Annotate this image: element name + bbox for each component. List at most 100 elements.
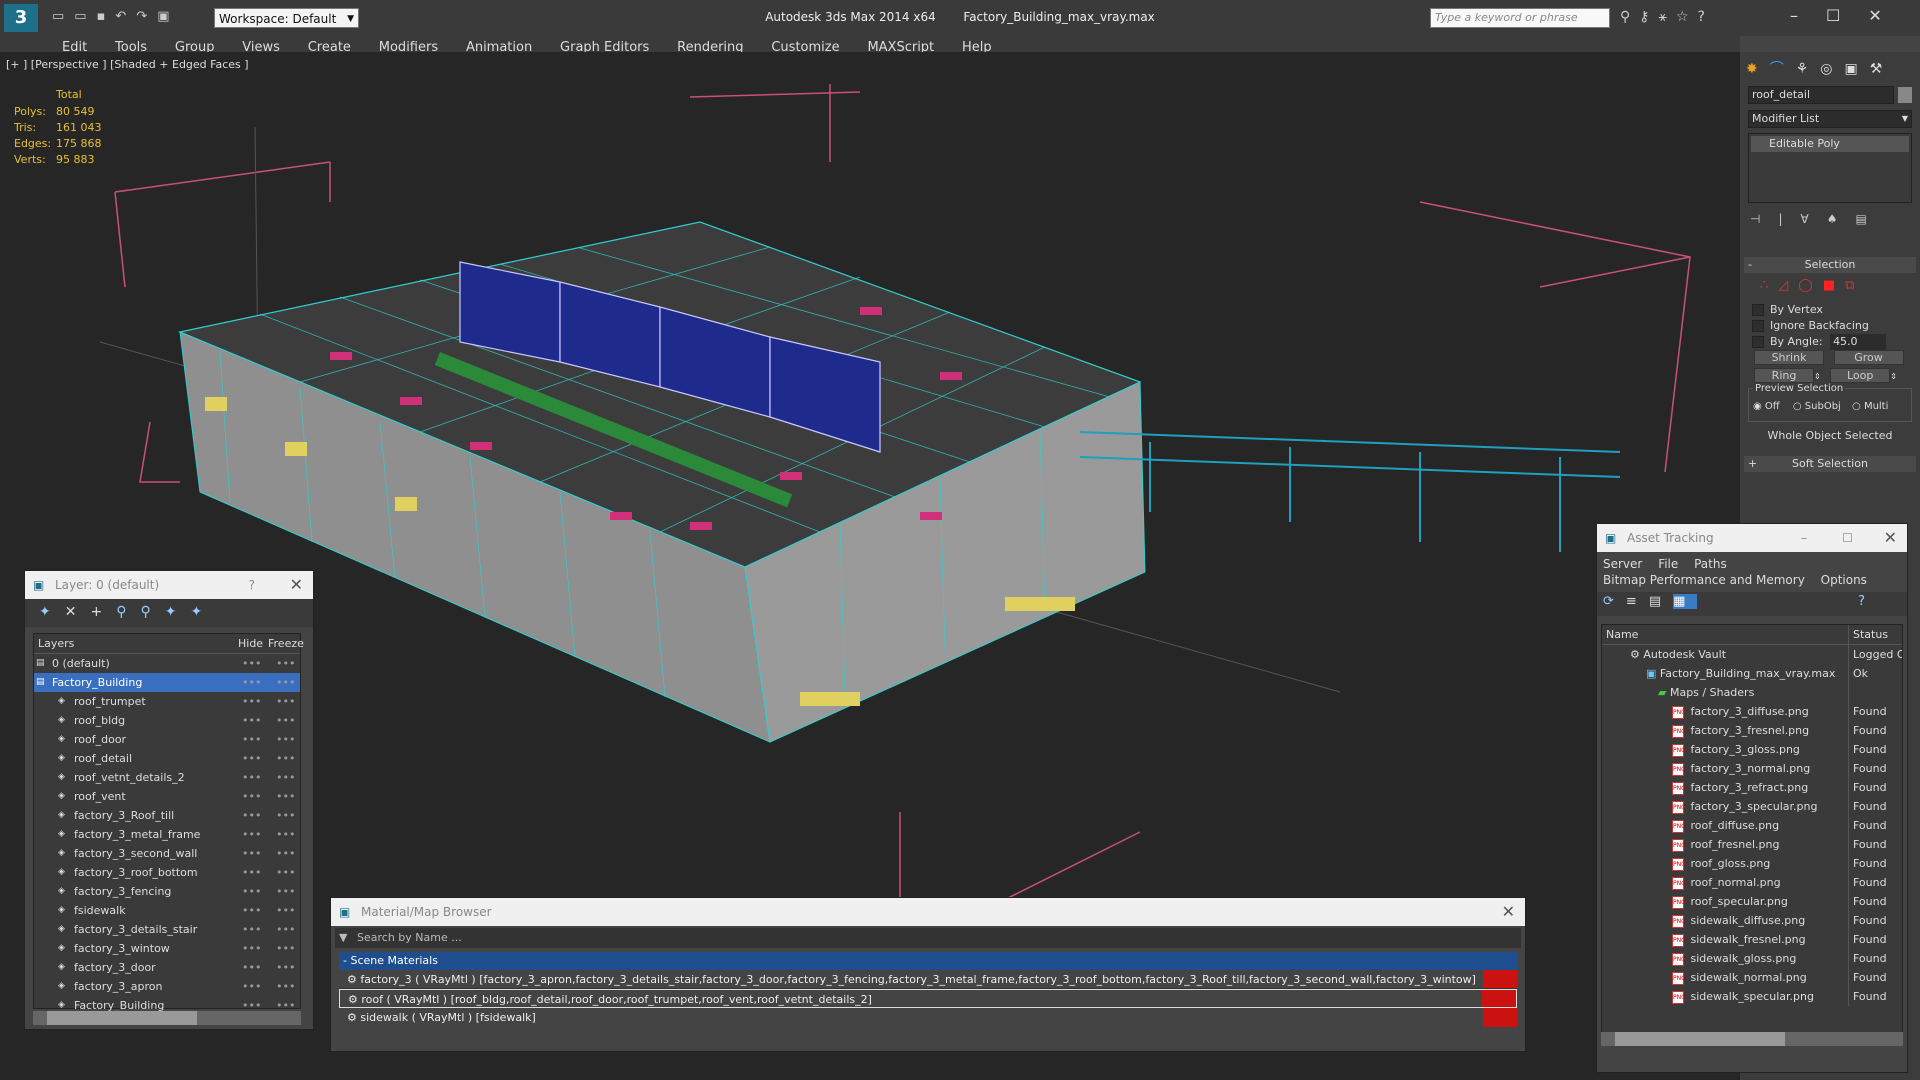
object-color-swatch[interactable]: [1898, 87, 1912, 103]
angle-spinner[interactable]: 45.0: [1830, 334, 1887, 350]
asset-row[interactable]: PNG sidewalk_fresnel.png Found: [1602, 930, 1902, 949]
asset-row[interactable]: PNG roof_fresnel.png Found: [1602, 835, 1902, 854]
scene-materials-header[interactable]: - Scene Materials: [339, 952, 1517, 970]
refresh-icon[interactable]: ⟳: [1603, 594, 1626, 609]
object-name-field[interactable]: roof_detail: [1748, 86, 1894, 104]
material-item[interactable]: ⚙ roof ( VRayMtl ) [roof_bldg,roof_detai…: [339, 989, 1517, 1008]
list-view-icon[interactable]: ≡: [1626, 594, 1649, 609]
modifier-list-dropdown[interactable]: Modifier List ▼: [1748, 110, 1912, 128]
freeze-toggle[interactable]: •••: [276, 825, 295, 844]
hide-toggle[interactable]: •••: [242, 920, 261, 939]
search-options-icon[interactable]: ▼: [339, 928, 347, 948]
asset-row[interactable]: PNG sidewalk_specular.png Found: [1602, 987, 1902, 1006]
hide-toggle[interactable]: •••: [242, 901, 261, 920]
asset-row[interactable]: PNG sidewalk_gloss.png Found: [1602, 949, 1902, 968]
hide-toggle[interactable]: •••: [242, 977, 261, 996]
freeze-toggle[interactable]: •••: [276, 882, 295, 901]
close-icon[interactable]: ✕: [1884, 524, 1897, 552]
menu-file[interactable]: File: [1658, 557, 1678, 571]
layer-row-object[interactable]: ◈ factory_3_details_stair ••• •••: [34, 920, 300, 939]
col-freeze[interactable]: Freeze: [268, 634, 304, 654]
asset-row[interactable]: ▣ Factory_Building_max_vray.max Ok: [1602, 664, 1902, 683]
asset-row[interactable]: ⚙ Autodesk Vault Logged O: [1602, 645, 1902, 664]
freeze-toggle[interactable]: •••: [276, 958, 295, 977]
maximize-icon[interactable]: ☐: [1842, 524, 1853, 552]
stack-item-editable-poly[interactable]: Editable Poly: [1751, 136, 1909, 152]
create-layer-icon[interactable]: ✦: [39, 604, 65, 620]
hide-toggle[interactable]: •••: [242, 806, 261, 825]
remove-modifier-icon[interactable]: ♠: [1827, 212, 1856, 226]
layer-row-object[interactable]: ◈ factory_3_metal_frame ••• •••: [34, 825, 300, 844]
material-search-input[interactable]: ▼ Search by Name ...: [335, 928, 1521, 948]
border-mode-icon[interactable]: ◯: [1798, 278, 1823, 293]
tree-view-icon[interactable]: ▤: [1649, 594, 1673, 609]
asset-row[interactable]: ▰ Maps / Shaders: [1602, 683, 1902, 702]
hide-toggle[interactable]: •••: [242, 787, 261, 806]
layer-row-object[interactable]: ◈ factory_3_second_wall ••• •••: [34, 844, 300, 863]
layer-row-object[interactable]: ◈ roof_vent ••• •••: [34, 787, 300, 806]
search-input[interactable]: Type a keyword or phrase: [1430, 8, 1610, 28]
ignore-backfacing-checkbox[interactable]: [1752, 320, 1764, 332]
ring-spinner-icon[interactable]: ⇕: [1814, 372, 1821, 381]
freeze-toggle[interactable]: •••: [276, 939, 295, 958]
asset-scrollbar[interactable]: [1601, 1032, 1903, 1046]
layer-row-factory-building[interactable]: ▤ Factory_Building ••• •••: [34, 673, 300, 692]
delete-layer-icon[interactable]: ✕: [65, 604, 91, 620]
select-in-layer-icon[interactable]: ⚲: [116, 604, 140, 620]
hide-toggle[interactable]: •••: [242, 730, 261, 749]
asset-row[interactable]: PNG roof_diffuse.png Found: [1602, 816, 1902, 835]
edge-mode-icon[interactable]: ◿: [1778, 278, 1798, 293]
configure-sets-icon[interactable]: ▤: [1855, 212, 1884, 226]
layer-row-object[interactable]: ◈ factory_3_roof_bottom ••• •••: [34, 863, 300, 882]
hide-toggle[interactable]: •••: [242, 825, 261, 844]
modify-tab-icon[interactable]: ⌒: [1770, 61, 1796, 77]
freeze-toggle[interactable]: •••: [276, 768, 295, 787]
multi-radio[interactable]: ○: [1852, 401, 1861, 412]
polygon-mode-icon[interactable]: ■: [1823, 278, 1845, 293]
col-layers[interactable]: Layers: [38, 634, 74, 654]
pin-stack-icon[interactable]: ⊣: [1750, 212, 1778, 226]
layer-row-default[interactable]: ▤ 0 (default) ••• •••: [34, 654, 300, 673]
freeze-toggle[interactable]: •••: [276, 977, 295, 996]
layer-row-object[interactable]: ◈ factory_3_wintow ••• •••: [34, 939, 300, 958]
hide-toggle[interactable]: •••: [242, 882, 261, 901]
grow-button[interactable]: Grow: [1833, 350, 1904, 365]
soft-selection-rollout-header[interactable]: + Soft Selection: [1744, 456, 1916, 472]
help-icon[interactable]: ?: [1698, 9, 1714, 25]
add-to-layer-icon[interactable]: +: [90, 604, 116, 620]
vertex-mode-icon[interactable]: ∴: [1760, 278, 1778, 293]
freeze-all-icon[interactable]: ✦: [190, 604, 216, 620]
off-radio[interactable]: ◉: [1753, 401, 1762, 412]
table-view-icon[interactable]: ▦: [1673, 594, 1698, 609]
col-name[interactable]: Name: [1606, 625, 1638, 645]
exchange-icon[interactable]: ⚹: [1659, 9, 1676, 25]
subobj-radio[interactable]: ○: [1793, 401, 1802, 412]
close-icon[interactable]: ✕: [1868, 6, 1909, 25]
help-icon[interactable]: ?: [1858, 594, 1877, 609]
layer-row-object[interactable]: ◈ factory_3_door ••• •••: [34, 958, 300, 977]
loop-spinner-icon[interactable]: ⇕: [1890, 372, 1897, 381]
layer-row-object[interactable]: ◈ roof_bldg ••• •••: [34, 711, 300, 730]
ring-button[interactable]: Ring: [1754, 368, 1814, 383]
selection-rollout-header[interactable]: - Selection: [1744, 257, 1916, 273]
maximize-icon[interactable]: ☐: [1826, 6, 1868, 25]
freeze-toggle[interactable]: •••: [276, 730, 295, 749]
close-icon[interactable]: ✕: [1502, 898, 1515, 926]
material-item[interactable]: ⚙ factory_3 ( VRayMtl ) [factory_3_apron…: [339, 970, 1517, 989]
hide-toggle[interactable]: •••: [242, 673, 261, 692]
hierarchy-tab-icon[interactable]: ⚘: [1796, 61, 1821, 77]
hide-toggle[interactable]: •••: [242, 939, 261, 958]
asset-row[interactable]: PNG roof_normal.png Found: [1602, 873, 1902, 892]
freeze-toggle[interactable]: •••: [276, 749, 295, 768]
utilities-tab-icon[interactable]: ⚒: [1870, 61, 1895, 77]
loop-button[interactable]: Loop: [1830, 368, 1891, 383]
freeze-toggle[interactable]: •••: [276, 844, 295, 863]
asset-row[interactable]: PNG factory_3_diffuse.png Found: [1602, 702, 1902, 721]
close-icon[interactable]: ✕: [290, 571, 303, 599]
asset-row[interactable]: PNG factory_3_normal.png Found: [1602, 759, 1902, 778]
motion-tab-icon[interactable]: ◎: [1820, 61, 1844, 77]
layer-row-object[interactable]: ◈ factory_3_apron ••• •••: [34, 977, 300, 996]
highlight-layer-icon[interactable]: ⚲: [140, 604, 164, 620]
element-mode-icon[interactable]: ⧉: [1845, 278, 1864, 293]
display-tab-icon[interactable]: ▣: [1845, 61, 1870, 77]
